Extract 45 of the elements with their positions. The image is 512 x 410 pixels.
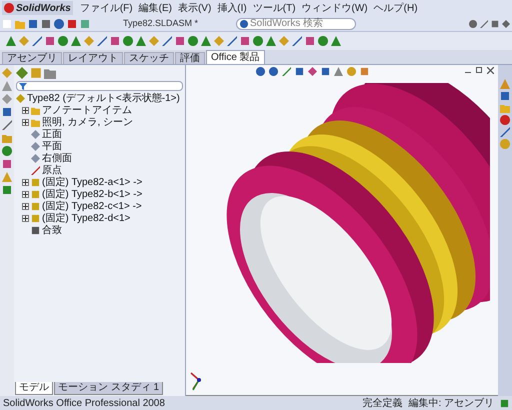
feature-tree-tab-icon[interactable] — [16, 67, 28, 79]
expander-icon[interactable] — [22, 178, 29, 186]
tree-item[interactable]: (固定) Type82-c<1> -> — [42, 200, 142, 212]
tree-item[interactable]: 原点 — [42, 164, 62, 176]
property-tab-icon[interactable] — [30, 67, 42, 79]
tree-item[interactable]: 正面 — [42, 128, 62, 140]
tree-item[interactable]: (固定) Type82-d<1> — [42, 212, 130, 224]
status-text: 完全定義 — [362, 396, 402, 410]
command-tab[interactable]: スケッチ — [124, 52, 174, 64]
tree-item[interactable]: (固定) Type82-b<1> -> — [42, 188, 142, 200]
expander-icon[interactable] — [22, 202, 29, 210]
configuration-tab-icon[interactable] — [44, 67, 56, 79]
command-tab[interactable]: Office 製品 — [206, 50, 265, 64]
menu-item[interactable]: ツール(T) — [250, 0, 298, 16]
app-logo: SolidWorks — [16, 2, 71, 16]
tree-item[interactable]: 平面 — [42, 140, 62, 152]
status-text: 編集中: アセンブリ — [408, 396, 494, 410]
menu-item[interactable]: ウィンドウ(W) — [300, 0, 370, 16]
model-tab[interactable]: モデル — [15, 382, 53, 395]
assembly-icon — [16, 94, 25, 102]
expander-icon[interactable] — [22, 190, 29, 198]
tree-item[interactable]: (固定) Type82-a<1> -> — [42, 176, 142, 188]
menu-item[interactable]: ファイル(F) — [78, 0, 135, 16]
model-tab[interactable]: モーション スタディ 1 — [54, 382, 164, 395]
menu-item[interactable]: 表示(V) — [176, 0, 214, 16]
search-icon[interactable] — [240, 20, 248, 28]
command-tab[interactable]: レイアウト — [63, 52, 123, 64]
tree-item[interactable]: 右側面 — [42, 152, 72, 164]
tree-item[interactable]: Type82 (デフォルト<表示状態-1>) — [27, 92, 180, 104]
filter-icon[interactable] — [19, 82, 27, 90]
menu-item[interactable]: 挿入(I) — [215, 0, 249, 16]
window-title: Type82.SLDASM * — [123, 16, 200, 30]
menu-item[interactable]: ヘルプ(H) — [372, 0, 420, 16]
search-field[interactable]: SolidWorks 検索 — [236, 18, 356, 30]
expander-icon[interactable] — [22, 118, 29, 126]
tree-item[interactable]: 照明, カメラ, シーン — [42, 116, 134, 128]
menu-item[interactable]: 編集(E) — [136, 0, 174, 16]
logo-icon — [4, 3, 14, 13]
tree-item[interactable]: 合致 — [42, 224, 62, 236]
expander-icon[interactable] — [22, 106, 29, 114]
status-text: SolidWorks Office Professional 2008 — [3, 396, 165, 410]
tree-item[interactable]: アノテートアイテム — [42, 104, 132, 116]
command-tab[interactable]: アセンブリ — [2, 52, 62, 64]
command-tab[interactable]: 評価 — [175, 52, 205, 64]
expander-icon[interactable] — [22, 214, 29, 222]
